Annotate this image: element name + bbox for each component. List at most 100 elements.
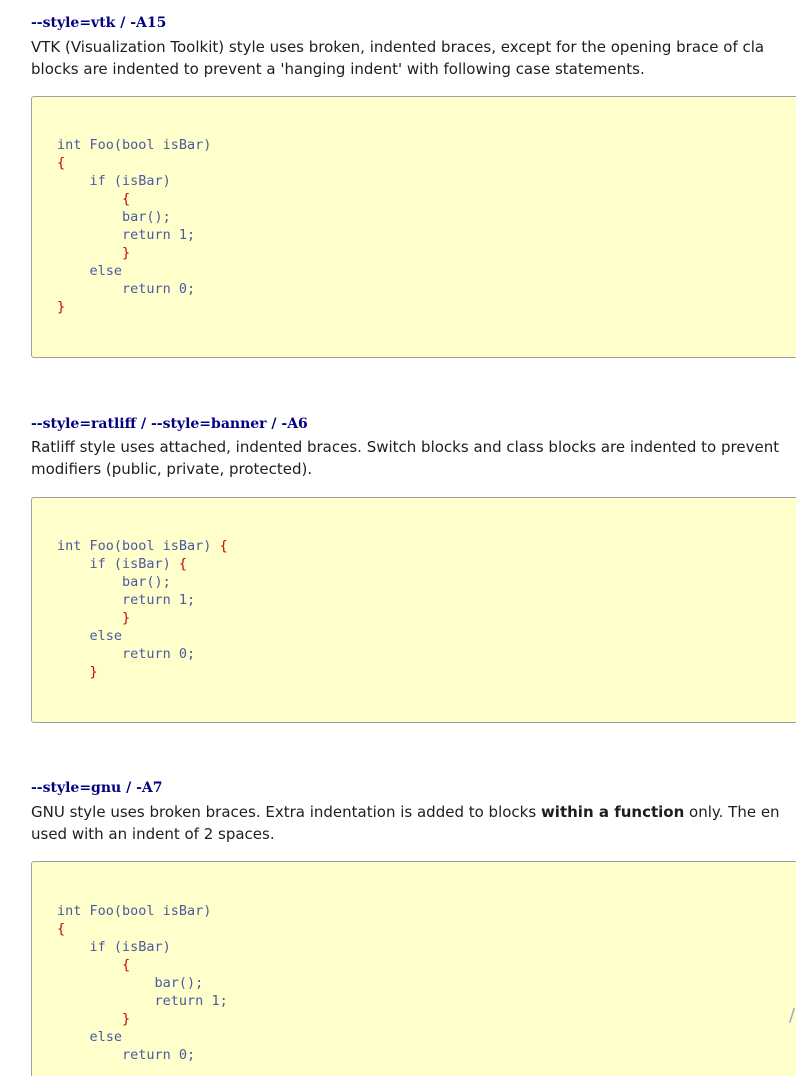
code-line: else (57, 262, 211, 280)
code-text: else (89, 1029, 123, 1045)
code-brace: { (57, 921, 66, 937)
code-brace: } (122, 610, 131, 626)
code-line: bar(); (57, 573, 228, 591)
code-line: bar(); (57, 208, 211, 226)
code-line: if (isBar) (57, 938, 228, 956)
description-text: GNU style uses broken braces. Extra inde… (31, 803, 541, 821)
description-bold-text: within a function (540, 803, 685, 821)
code-text: bar(); (122, 574, 171, 590)
description-line: VTK (Visualization Toolkit) style uses b… (31, 38, 765, 56)
code-line: return 1; (57, 591, 228, 609)
code-brace: { (122, 191, 131, 207)
option-title: --style=vtk / -A15 (31, 15, 167, 31)
code-line: return 1; (57, 992, 228, 1010)
code-example-box: int Foo(bool isBar) { if (isBar) { bar()… (31, 497, 796, 723)
code-line: { (57, 920, 228, 938)
code-brace: } (122, 1011, 131, 1027)
code-example-box: int Foo(bool isBar) { if (isBar) { bar();… (31, 861, 796, 1076)
code-block: int Foo(bool isBar) { if (isBar) { bar();… (57, 136, 211, 316)
code-line: } (57, 663, 228, 681)
code-line: else (57, 627, 228, 645)
description-line: Ratliff style uses attached, indented br… (31, 438, 780, 456)
code-line: { (57, 190, 211, 208)
code-line: if (isBar) (57, 172, 211, 190)
option-description: GNU style uses broken braces. Extra inde… (31, 801, 796, 845)
code-line: } (57, 609, 228, 627)
code-line: int Foo(bool isBar) (57, 902, 228, 920)
code-line: { (57, 956, 228, 974)
code-example-box: int Foo(bool isBar) { if (isBar) { bar();… (31, 96, 796, 358)
code-text: else (89, 263, 123, 279)
code-text: int Foo(bool isBar) (57, 137, 212, 153)
code-line: int Foo(bool isBar) { (57, 537, 228, 555)
code-line: { (57, 154, 211, 172)
code-line: return 0; (57, 280, 211, 298)
code-line: return 1; (57, 226, 211, 244)
code-text: else (89, 628, 123, 644)
option-title: --style=ratliff / --style=banner / -A6 (31, 416, 308, 432)
option-description: VTK (Visualization Toolkit) style uses b… (31, 36, 796, 80)
code-text: if (isBar) (89, 556, 179, 572)
code-brace: } (89, 664, 98, 680)
code-text: if (isBar) (89, 939, 171, 955)
code-text: int Foo(bool isBar) (57, 903, 212, 919)
option-title: --style=gnu / -A7 (31, 780, 163, 796)
code-block: int Foo(bool isBar) { if (isBar) { bar()… (57, 537, 228, 681)
section-gnu: --style=gnu / -A7 GNU style uses broken … (31, 779, 796, 1076)
code-block: int Foo(bool isBar) { if (isBar) { bar();… (57, 902, 228, 1064)
code-brace: { (219, 538, 228, 554)
code-line: bar(); (57, 974, 228, 992)
code-text: return 1; (122, 592, 196, 608)
code-text: return 0; (122, 1047, 196, 1063)
code-text: if (isBar) (89, 173, 171, 189)
code-brace: } (122, 245, 131, 261)
section-vtk: --style=vtk / -A15 VTK (Visualization To… (31, 14, 796, 359)
code-brace: { (178, 556, 188, 572)
code-text: return 0; (122, 646, 196, 662)
description-line: modifiers (public, private, protected). (31, 460, 313, 478)
code-text: bar(); (122, 209, 171, 225)
code-line: else (57, 1028, 228, 1046)
code-text: return 0; (122, 281, 196, 297)
section-ratliff: --style=ratliff / --style=banner / -A6 R… (31, 415, 796, 725)
description-line: blocks are indented to prevent a 'hangin… (31, 60, 645, 78)
code-brace: } (57, 299, 66, 315)
code-line: return 0; (57, 1046, 228, 1064)
code-text: return 1; (154, 993, 228, 1009)
code-brace: { (57, 155, 66, 171)
code-line: if (isBar) { (57, 555, 228, 573)
code-brace: { (122, 957, 131, 973)
text-cursor-icon: ∕ (789, 1005, 796, 1026)
code-line: int Foo(bool isBar) (57, 136, 211, 154)
description-line: used with an indent of 2 spaces. (31, 825, 275, 843)
code-line: } (57, 1010, 228, 1028)
code-text: int Foo(bool isBar) (57, 538, 220, 554)
code-line: } (57, 244, 211, 262)
description-line: GNU style uses broken braces. Extra inde… (31, 801, 796, 823)
code-text: return 1; (122, 227, 196, 243)
code-text: bar(); (154, 975, 204, 991)
code-line: } (57, 298, 211, 316)
option-description: Ratliff style uses attached, indented br… (31, 436, 796, 480)
code-line: return 0; (57, 645, 228, 663)
